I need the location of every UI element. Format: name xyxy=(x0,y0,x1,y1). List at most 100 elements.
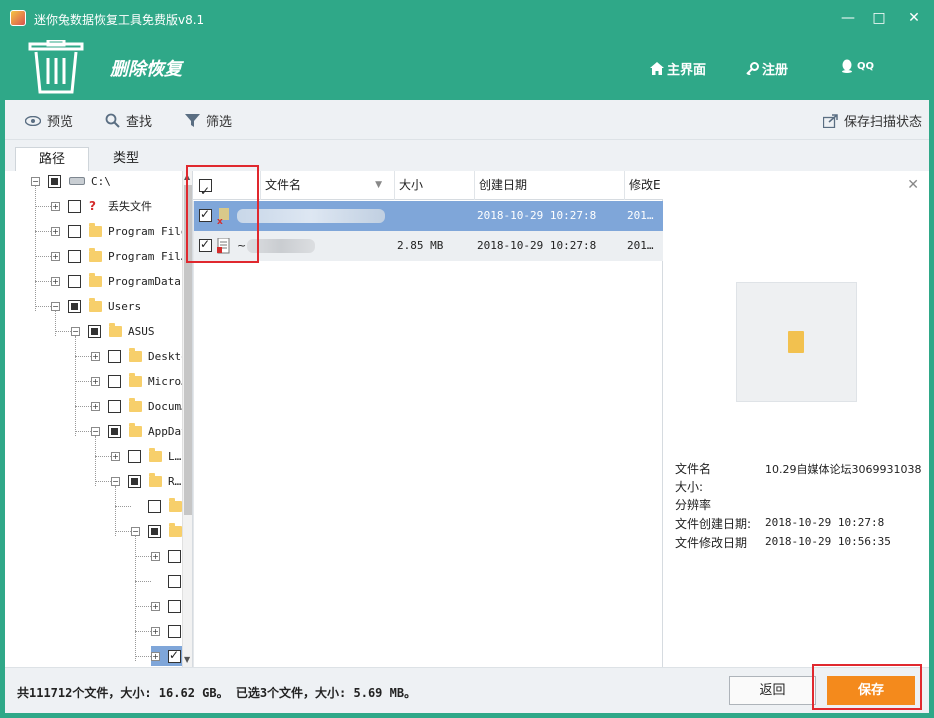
file-list-header: 文件名 ▼ 大小 创建日期 修改E xyxy=(193,171,663,206)
folder-icon xyxy=(169,522,182,537)
expand-icon[interactable]: + xyxy=(151,601,160,611)
collapse-icon[interactable]: − xyxy=(91,426,100,436)
find-button[interactable]: 查找 xyxy=(105,111,152,130)
tree-node-label: Users xyxy=(108,299,142,313)
filter-button[interactable]: 筛选 xyxy=(185,111,232,130)
collapse-icon[interactable]: − xyxy=(111,476,120,486)
tree-node[interactable]: − AppData xyxy=(91,421,192,441)
file-name xyxy=(237,201,387,231)
expand-icon[interactable]: + xyxy=(151,551,160,561)
expand-icon[interactable]: + xyxy=(51,201,60,211)
tree-node-label: ProgramData xyxy=(108,274,181,288)
tree-checkbox[interactable] xyxy=(108,424,121,438)
folder-icon xyxy=(129,347,142,362)
tree-node[interactable]: + Micro… xyxy=(91,371,188,391)
info-size-label: 大小: xyxy=(675,480,704,494)
collapse-icon[interactable]: − xyxy=(31,176,40,186)
tree-checkbox[interactable] xyxy=(148,524,161,538)
file-row[interactable]: x 2018-10-29 10:27:8 201… xyxy=(193,201,663,231)
tab-path[interactable]: 路径 xyxy=(15,147,89,172)
tree-node[interactable]: − ASUS xyxy=(71,321,155,341)
tree-checkbox[interactable] xyxy=(108,399,121,413)
expand-icon[interactable]: + xyxy=(151,626,160,636)
toolbar: 预览 查找 筛选 保存扫描状态 xyxy=(5,100,929,140)
sort-down-icon: ▼ xyxy=(375,180,382,190)
tree-checkbox[interactable] xyxy=(148,499,161,513)
tree-checkbox[interactable] xyxy=(68,199,81,213)
back-button[interactable]: 返回 xyxy=(729,676,816,705)
expand-icon[interactable]: + xyxy=(91,351,100,361)
collapse-icon[interactable]: − xyxy=(131,526,140,536)
tree-node[interactable]: − Users xyxy=(51,296,141,316)
tree-checkbox[interactable] xyxy=(108,374,121,388)
tree-node[interactable]: + xyxy=(131,496,188,516)
tree-checkbox[interactable] xyxy=(168,624,181,638)
tree-connector xyxy=(95,456,111,457)
expand-icon[interactable]: + xyxy=(51,276,60,286)
tree-checkbox[interactable] xyxy=(88,324,101,338)
tree-node-label: 丢失文件 xyxy=(108,200,152,213)
maximize-button[interactable]: □ xyxy=(867,8,891,28)
close-button[interactable]: ✕ xyxy=(902,8,926,28)
tree-node[interactable]: + Docum… xyxy=(91,396,188,416)
tree-node[interactable]: − R… xyxy=(111,471,181,491)
tree-checkbox[interactable] xyxy=(168,549,181,563)
register-link[interactable]: 注册 xyxy=(746,59,788,78)
collapse-icon[interactable]: − xyxy=(71,326,80,336)
tree-checkbox[interactable] xyxy=(68,299,81,313)
preview-button[interactable]: 预览 xyxy=(25,111,73,130)
collapse-icon[interactable]: − xyxy=(51,301,60,311)
tab-type[interactable]: 类型 xyxy=(89,147,163,172)
tree-connector xyxy=(75,356,91,357)
home-link[interactable]: 主界面 xyxy=(650,59,706,78)
tree-node[interactable]: − xyxy=(131,521,188,541)
tree-checkbox[interactable] xyxy=(108,349,121,363)
save-scan-state-button[interactable]: 保存扫描状态 xyxy=(823,111,922,130)
tree-node[interactable]: + L… xyxy=(111,446,181,466)
tree-node[interactable]: +? 丢失文件 xyxy=(51,196,152,216)
column-modified[interactable]: 修改E xyxy=(625,171,663,200)
tree-node[interactable]: + Program Files xyxy=(51,221,192,241)
tree-connector xyxy=(75,381,91,382)
close-preview-icon[interactable]: ✕ xyxy=(907,177,919,193)
drive-icon xyxy=(69,177,85,185)
expand-icon[interactable]: + xyxy=(151,651,160,661)
tree-node[interactable]: + Program Fil… xyxy=(51,246,187,266)
tree-checkbox[interactable] xyxy=(168,574,181,588)
tree-node[interactable]: − C:\ xyxy=(31,171,111,191)
expand-icon[interactable]: + xyxy=(51,251,60,261)
expand-icon[interactable]: + xyxy=(111,451,120,461)
tree-checkbox[interactable] xyxy=(48,174,61,188)
folder-icon xyxy=(788,331,804,353)
tree-checkbox[interactable] xyxy=(68,249,81,263)
column-created[interactable]: 创建日期 xyxy=(475,171,625,200)
expand-icon[interactable]: + xyxy=(91,376,100,386)
folder-icon xyxy=(129,372,142,387)
window-title: 迷你兔数据恢复工具免费版v8.1 xyxy=(34,13,205,27)
tree-checkbox[interactable] xyxy=(168,648,181,663)
tree-connector xyxy=(35,231,51,232)
expand-icon[interactable]: + xyxy=(51,226,60,236)
folder-tree: − C:\ +? 丢失文件 + Program Files + Program Fil… + Pr… xyxy=(5,171,193,667)
tree-checkbox[interactable] xyxy=(68,274,81,288)
preview-thumbnail xyxy=(736,282,857,402)
qq-link[interactable]: QQ xyxy=(840,59,874,73)
minimize-button[interactable]: — xyxy=(836,8,860,28)
scroll-down-icon[interactable]: ▼ xyxy=(184,655,190,664)
export-icon xyxy=(823,113,838,128)
tree-checkbox[interactable] xyxy=(68,224,81,238)
tree-checkbox[interactable] xyxy=(128,474,141,488)
column-size[interactable]: 大小 xyxy=(395,171,475,200)
expand-icon[interactable]: + xyxy=(91,401,100,411)
folder-icon xyxy=(89,222,102,237)
tree-node[interactable]: + ProgramData xyxy=(51,271,181,291)
tree-node-label: L… xyxy=(168,449,182,463)
filter-label: 筛选 xyxy=(206,115,233,130)
status-bar: 共111712个文件，大小: 16.62 GB。 已选3个文件，大小: 5.69… xyxy=(5,667,929,713)
qq-link-label: QQ xyxy=(857,60,875,72)
file-row[interactable]: ~ 2.85 MB 2018-10-29 10:27:8 201… xyxy=(193,231,663,261)
tree-checkbox[interactable] xyxy=(168,599,181,613)
tree-node[interactable]: + Desktop xyxy=(91,346,192,366)
column-filename[interactable]: 文件名 ▼ xyxy=(261,171,395,200)
tree-checkbox[interactable] xyxy=(128,449,141,463)
